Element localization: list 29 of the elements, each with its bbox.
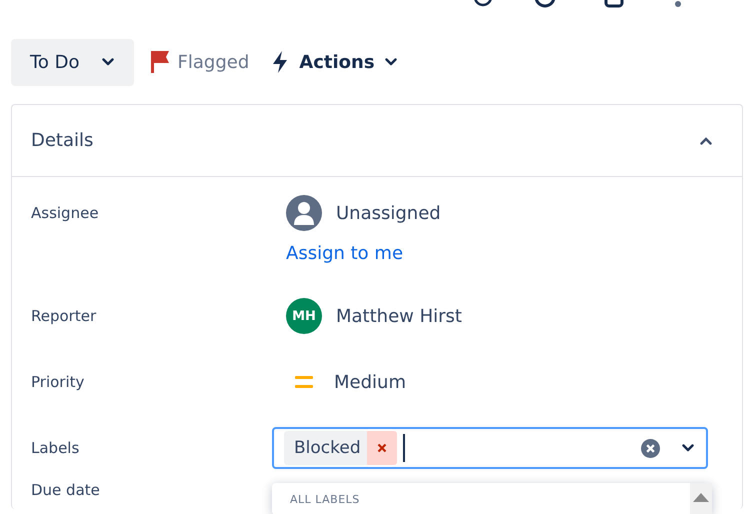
lightning-bolt-icon xyxy=(271,50,290,74)
clear-icon[interactable] xyxy=(641,438,660,458)
chevron-down-icon xyxy=(682,444,694,452)
flagged-label: Flagged xyxy=(178,52,250,72)
actions-menu-button[interactable]: Actions xyxy=(265,50,403,74)
field-label: Priority xyxy=(31,373,86,391)
flag-icon xyxy=(150,50,170,74)
user-name: Matthew Hirst xyxy=(336,306,462,326)
priority-medium-icon xyxy=(294,375,314,389)
field-label: Assignee xyxy=(31,203,100,224)
avatar-icon xyxy=(286,195,322,231)
remove-tag-button[interactable] xyxy=(366,431,397,465)
priority-value: Medium xyxy=(334,372,406,392)
chevron-down-icon xyxy=(102,58,114,66)
status-dropdown-button[interactable]: To Do xyxy=(11,38,134,86)
panel-title: Details xyxy=(31,130,94,151)
field-label: Due date xyxy=(31,481,101,499)
assign-to-me-link[interactable]: Assign to me xyxy=(286,243,742,264)
field-label: Reporter xyxy=(31,306,98,327)
field-label: Labels xyxy=(31,439,80,457)
user-name: Unassigned xyxy=(336,202,441,224)
chevron-down-icon xyxy=(384,58,397,66)
chevron-up-icon xyxy=(700,136,712,144)
menu-heading: ALL LABELS xyxy=(290,493,360,507)
remove-icon xyxy=(376,443,387,453)
tag-text: Blocked xyxy=(293,438,362,458)
user-avatar: MH xyxy=(286,298,322,334)
text-cursor xyxy=(402,434,405,462)
scroll-up-icon[interactable] xyxy=(693,493,709,502)
